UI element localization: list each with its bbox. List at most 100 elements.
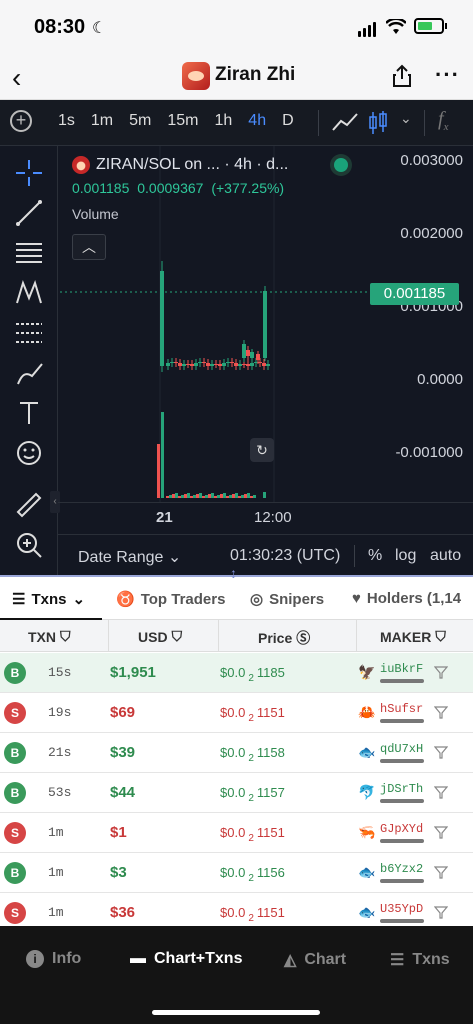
candle-body [246,350,250,356]
more-icon[interactable]: ··· [435,62,460,88]
candlestick-icon[interactable] [368,110,388,136]
bottom-nav: i Info ▬ Chart+Txns ◭ Chart ☰ Txns [0,926,473,1024]
percent-toggle[interactable]: % [368,547,382,565]
brush-icon[interactable] [14,358,44,388]
side-badge: S [4,822,26,844]
tab-snipers[interactable]: ◎ Snipers [250,590,324,609]
maker-address[interactable]: hSufsr [380,702,423,716]
nav-txns[interactable]: ☰ Txns [390,950,450,970]
interval-4h[interactable]: 4h [248,112,266,130]
volume-bar [241,495,244,498]
filter-icon[interactable] [434,745,448,759]
pattern-icon[interactable] [14,278,44,308]
interval-5m[interactable]: 5m [129,112,151,130]
filter-icon[interactable] [434,825,448,839]
line-chart-icon[interactable] [332,112,358,132]
maker-address[interactable]: U35YpD [380,902,423,916]
tab-txns[interactable]: ☰ Txns ⌄ [12,590,85,609]
table-row[interactable]: S 1m $1 $0.0 2 1151 🦐 GJpXYd [0,813,473,853]
legend-title[interactable]: ZIRAN/SOL on ... · 4h · d... [96,156,288,174]
interval-1s[interactable]: 1s [58,112,75,130]
x-tick: 12:00 [254,509,292,526]
ruler-icon[interactable] [14,490,44,520]
filter-icon[interactable] [434,665,448,679]
maker-address[interactable]: b6Yzx2 [380,862,423,876]
txn-age: 1m [48,865,64,880]
txn-age: 21s [48,745,72,760]
header-price[interactable]: Price Ⓢ [258,628,310,648]
candle-body [258,362,262,363]
volume-bar [172,494,175,498]
text-tool-icon[interactable] [14,398,44,428]
moon-icon: ☾ [92,20,107,37]
info-icon: i [26,950,44,968]
table-row[interactable]: B 21s $39 $0.0 2 1158 🐟 qdU7xH [0,733,473,773]
volume-label: Volume [72,206,119,222]
maker-address[interactable]: GJpXYd [380,822,423,836]
table-row[interactable]: B 1m $3 $0.0 2 1156 🐟 b6Yzx2 [0,853,473,893]
zoom-in-icon[interactable] [14,530,44,560]
txn-price: $0.0 2 1157 [220,785,285,804]
y-tick: 0.0000 [417,371,463,388]
volume-bar [157,444,160,498]
volume-bar [247,493,250,498]
chevron-down-icon[interactable]: ⌄ [400,110,412,127]
utc-time[interactable]: 01:30:23 (UTC) [230,547,340,565]
maker-address[interactable]: iuBkrF [380,662,423,676]
header-divider [218,620,219,652]
tab-top-traders[interactable]: ♉ Top Traders [116,590,225,609]
share-icon[interactable] [392,64,412,88]
price-axis[interactable]: 0.003000 0.002000 0.001000 0.0000 -0.001… [370,146,473,506]
maker-balance-bar [380,799,424,803]
add-indicator-icon[interactable]: + [10,110,32,132]
maker-address[interactable]: qdU7xH [380,742,423,756]
interval-1h[interactable]: 1h [215,112,233,130]
target-icon: ◎ [250,591,264,608]
auto-toggle[interactable]: auto [430,547,461,565]
table-row[interactable]: S 19s $69 $0.0 2 1151 🦀 hSufsr [0,693,473,733]
filter-icon[interactable] [434,705,448,719]
trend-line-icon[interactable] [14,198,44,228]
back-icon[interactable]: ‹ [12,62,21,94]
chart-footer: Date Range ⌄ 01:30:23 (UTC) % log auto [58,534,473,576]
tab-holders[interactable]: ♥ Holders (1,14 [352,590,461,607]
filter-icon[interactable] [434,865,448,879]
indicators-fx-icon[interactable]: fx [438,108,448,133]
volume-bar [250,496,253,498]
table-row[interactable]: B 15s $1,951 $0.0 2 1185 🦅 iuBkrF [0,653,473,693]
maker-address[interactable]: jDSrTh [380,782,423,796]
candle-body [160,271,164,366]
interval-d[interactable]: D [282,112,294,130]
txn-tabs: ☰ Txns ⌄ ♉ Top Traders ◎ Snipers ♥ Holde… [0,578,473,620]
date-range-button[interactable]: Date Range ⌄ [78,547,181,567]
chart-area[interactable]: ‹ ZIRAN/SOL on ... · 4h · d... 0.001185 … [0,146,473,576]
volume-bar [253,495,256,498]
volume-bar [235,493,238,498]
log-toggle[interactable]: log [395,547,416,565]
collapse-legend-button[interactable]: ︿ [72,234,106,260]
table-row[interactable]: B 53s $44 $0.0 2 1157 🐬 jDSrTh [0,773,473,813]
filter-icon: ⛉ [60,628,71,644]
candle-body [234,363,238,366]
reset-chart-icon[interactable]: ↻ [250,438,274,462]
txn-usd: $36 [110,904,136,921]
horizontal-lines-icon[interactable] [14,238,44,268]
fib-icon[interactable] [14,318,44,348]
interval-15m[interactable]: 15m [167,112,198,130]
emoji-icon[interactable] [14,438,44,468]
nav-chart[interactable]: ◭ Chart [284,950,346,970]
crosshair-icon[interactable] [14,158,44,188]
header-maker[interactable]: MAKER ⛉ [380,628,446,645]
header-txn[interactable]: TXN ⛉ [28,628,71,645]
volume-bar [238,496,241,498]
interval-1m[interactable]: 1m [91,112,113,130]
nav-info[interactable]: i Info [26,950,81,968]
filter-icon[interactable] [434,905,448,919]
maker-avatar-icon: 🦅 [358,664,376,680]
nav-chart-txns[interactable]: ▬ Chart+Txns [130,950,242,968]
maker-avatar-icon: 🦐 [358,824,376,840]
header-usd[interactable]: USD ⛉ [138,628,182,645]
list-icon: ☰ [390,952,405,969]
filter-icon[interactable] [434,785,448,799]
time-axis[interactable]: 21 12:00 [58,502,473,532]
